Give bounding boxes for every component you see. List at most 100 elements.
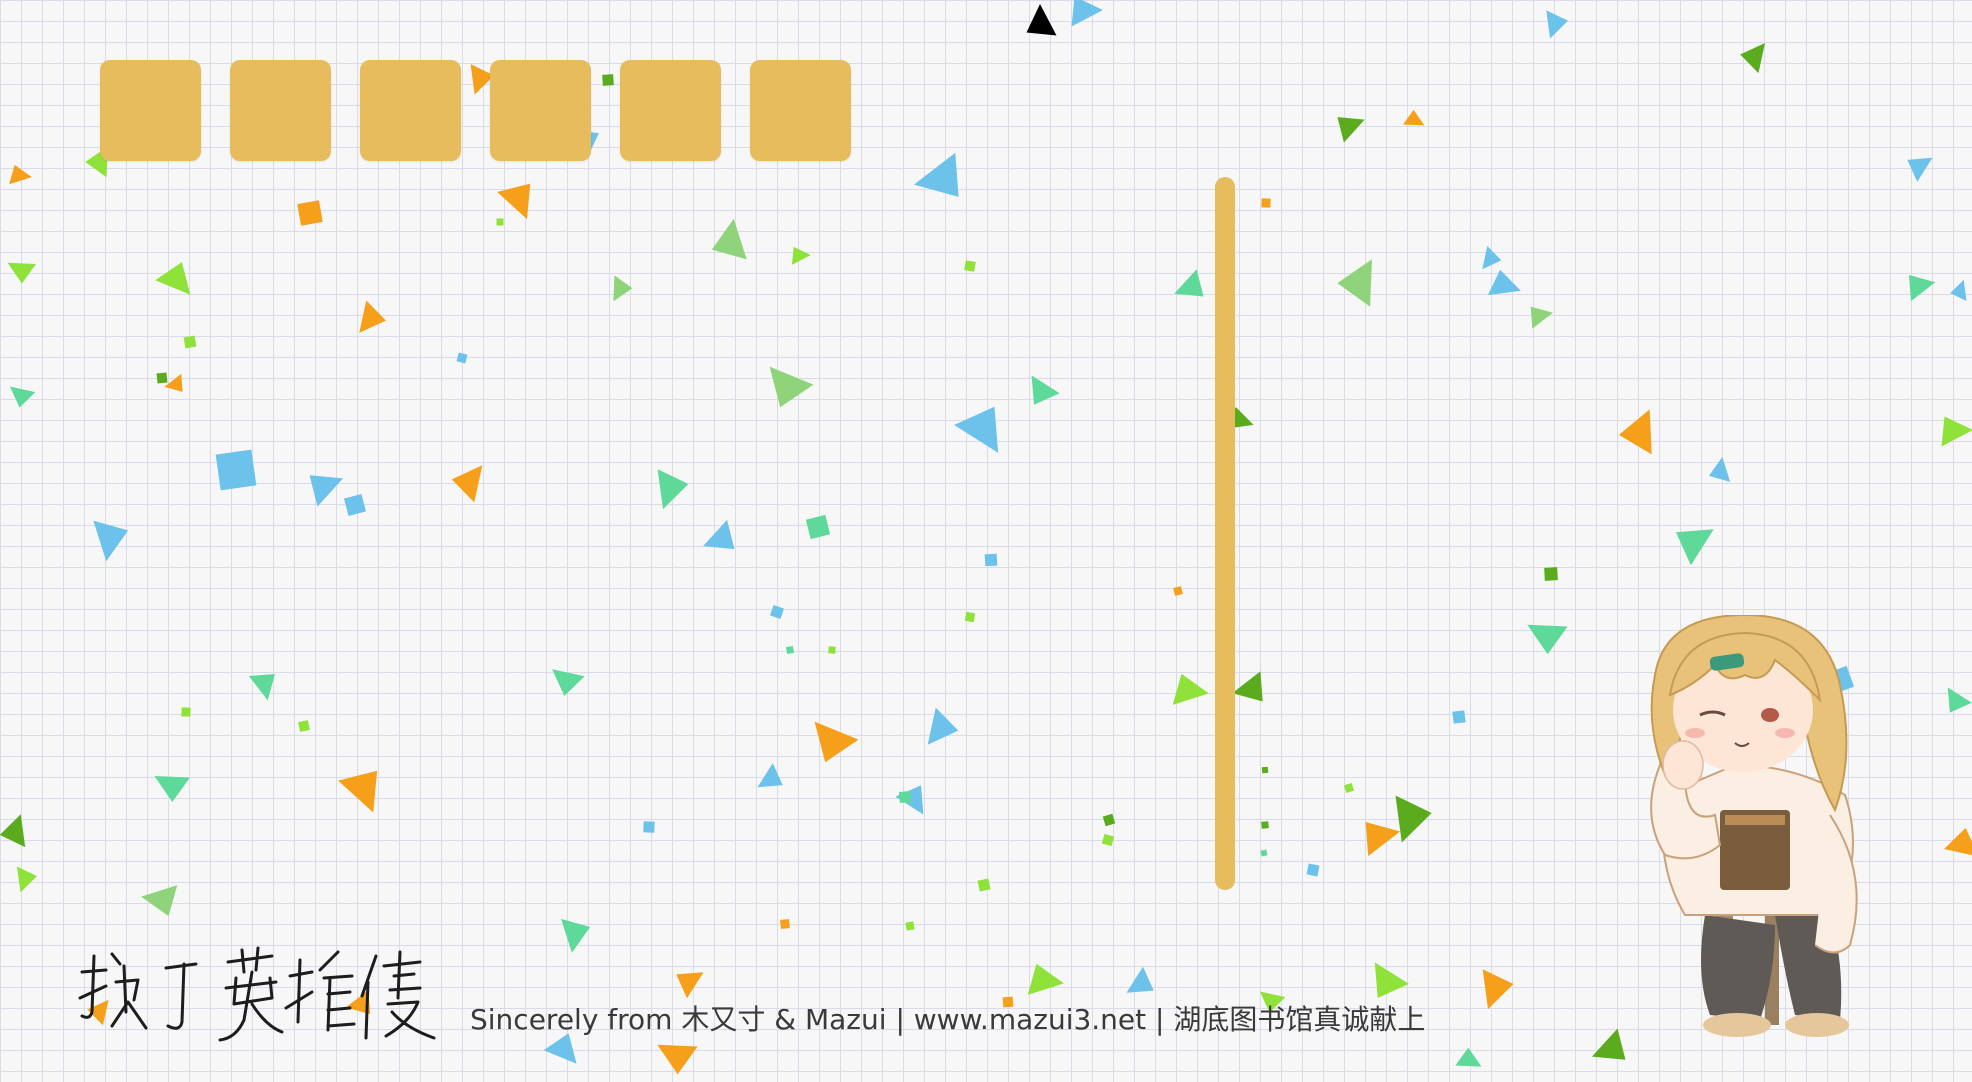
confetti-triangle [914,152,959,197]
confetti-triangle [1337,259,1372,307]
confetti-square [1102,813,1116,827]
confetti-triangle [1675,529,1714,566]
confetti-triangle [1708,457,1731,482]
confetti-square [1452,710,1466,724]
confetti-triangle [0,814,26,848]
confetti-square [984,553,998,567]
confetti-square [1261,766,1269,774]
inventory-slot-6[interactable] [750,60,851,161]
confetti-square [156,372,168,384]
confetti-triangle [954,406,999,453]
confetti-square [899,791,911,803]
inventory-slot-3[interactable] [360,60,461,161]
confetti-square [181,707,191,717]
confetti-square [1544,567,1558,581]
confetti-triangle [1591,1028,1626,1060]
separator: | [895,1003,905,1036]
confetti-triangle [769,366,814,408]
confetti-triangle [1907,157,1933,182]
confetti-triangle [1482,246,1502,270]
confetti-triangle [309,475,344,507]
confetti-square [643,821,655,833]
confetti-triangle [7,262,36,284]
confetti-square [780,919,790,929]
confetti-triangle [1947,687,1972,713]
vertical-divider-bar [1215,177,1235,890]
confetti-triangle [1455,1047,1482,1067]
confetti-square [785,645,795,655]
confetti-triangle [1482,969,1514,1010]
confetti-square [1101,833,1115,847]
confetti-square [1344,783,1354,793]
confetti-square [964,260,976,272]
confetti-triangle [1365,821,1401,857]
confetti-square [1260,849,1268,857]
confetti-triangle [155,262,191,295]
confetti-triangle [703,519,735,550]
confetti-triangle [927,707,959,745]
confetti-triangle [1950,279,1967,301]
inventory-slot-1[interactable] [100,60,201,161]
confetti-triangle [497,183,531,220]
confetti-square [805,514,831,540]
confetti-square [343,493,367,517]
confetti-triangle [1031,375,1060,405]
inventory-slot-4[interactable] [490,60,591,161]
confetti-square [977,878,991,892]
confetti-triangle [1530,306,1553,329]
confetti-triangle [1027,963,1064,995]
confetti-triangle [141,885,178,917]
confetti-triangle [1174,269,1204,297]
website-link[interactable]: www.mazui3.net [914,1003,1146,1036]
inventory-slot-2[interactable] [230,60,331,161]
confetti-triangle [814,721,859,763]
confetti-square [183,335,197,349]
confetti-triangle [676,972,704,999]
chibi-girl-mascot [1650,615,1858,1037]
confetti-square [1261,821,1269,829]
confetti-triangle [561,918,591,953]
confetti-triangle [552,669,585,696]
confetti-triangle [1618,409,1652,455]
confetti-square [456,352,468,364]
inventory-slot-bar [100,60,851,161]
confetti-triangle [1527,624,1568,655]
confetti-triangle [1403,109,1425,126]
confetti-square [1261,198,1271,208]
confetti-triangle [338,770,378,813]
confetti-triangle [93,520,129,562]
confetti-square [496,218,504,226]
confetti-triangle [1941,416,1972,447]
confetti-square [297,200,323,226]
confetti-triangle [1026,4,1057,36]
confetti-square [1173,586,1183,596]
credits-footer: Sincerely from 木又寸 & Mazui | www.mazui3.… [470,998,1425,1038]
confetti-triangle [711,218,747,260]
tagline-text: 湖底图书馆真诚献上 [1173,1003,1426,1036]
confetti-triangle [17,866,37,893]
confetti-triangle [757,763,783,788]
confetti-triangle [359,300,386,333]
confetti-triangle [1740,43,1766,74]
confetti-triangle [1337,117,1365,143]
confetti-triangle [613,275,633,302]
separator: | [1155,1003,1165,1036]
confetti-square [905,921,915,931]
confetti-triangle [9,386,36,408]
confetti-triangle [154,776,190,802]
confetti-square [770,605,784,619]
confetti-triangle [9,164,32,185]
confetti-triangle [1172,673,1209,705]
confetti-triangle [1487,269,1521,296]
confetti-triangle [1944,827,1972,857]
confetti-triangle [657,469,689,510]
confetti-square [828,646,836,654]
confetti-square [298,720,310,732]
inventory-slot-5[interactable] [620,60,721,161]
confetti-triangle [1546,10,1569,39]
confetti-triangle [1395,795,1432,843]
confetti-square [964,611,976,623]
confetti-triangle [1374,962,1409,998]
confetti-triangle [791,246,811,265]
confetti-triangle [451,465,483,503]
